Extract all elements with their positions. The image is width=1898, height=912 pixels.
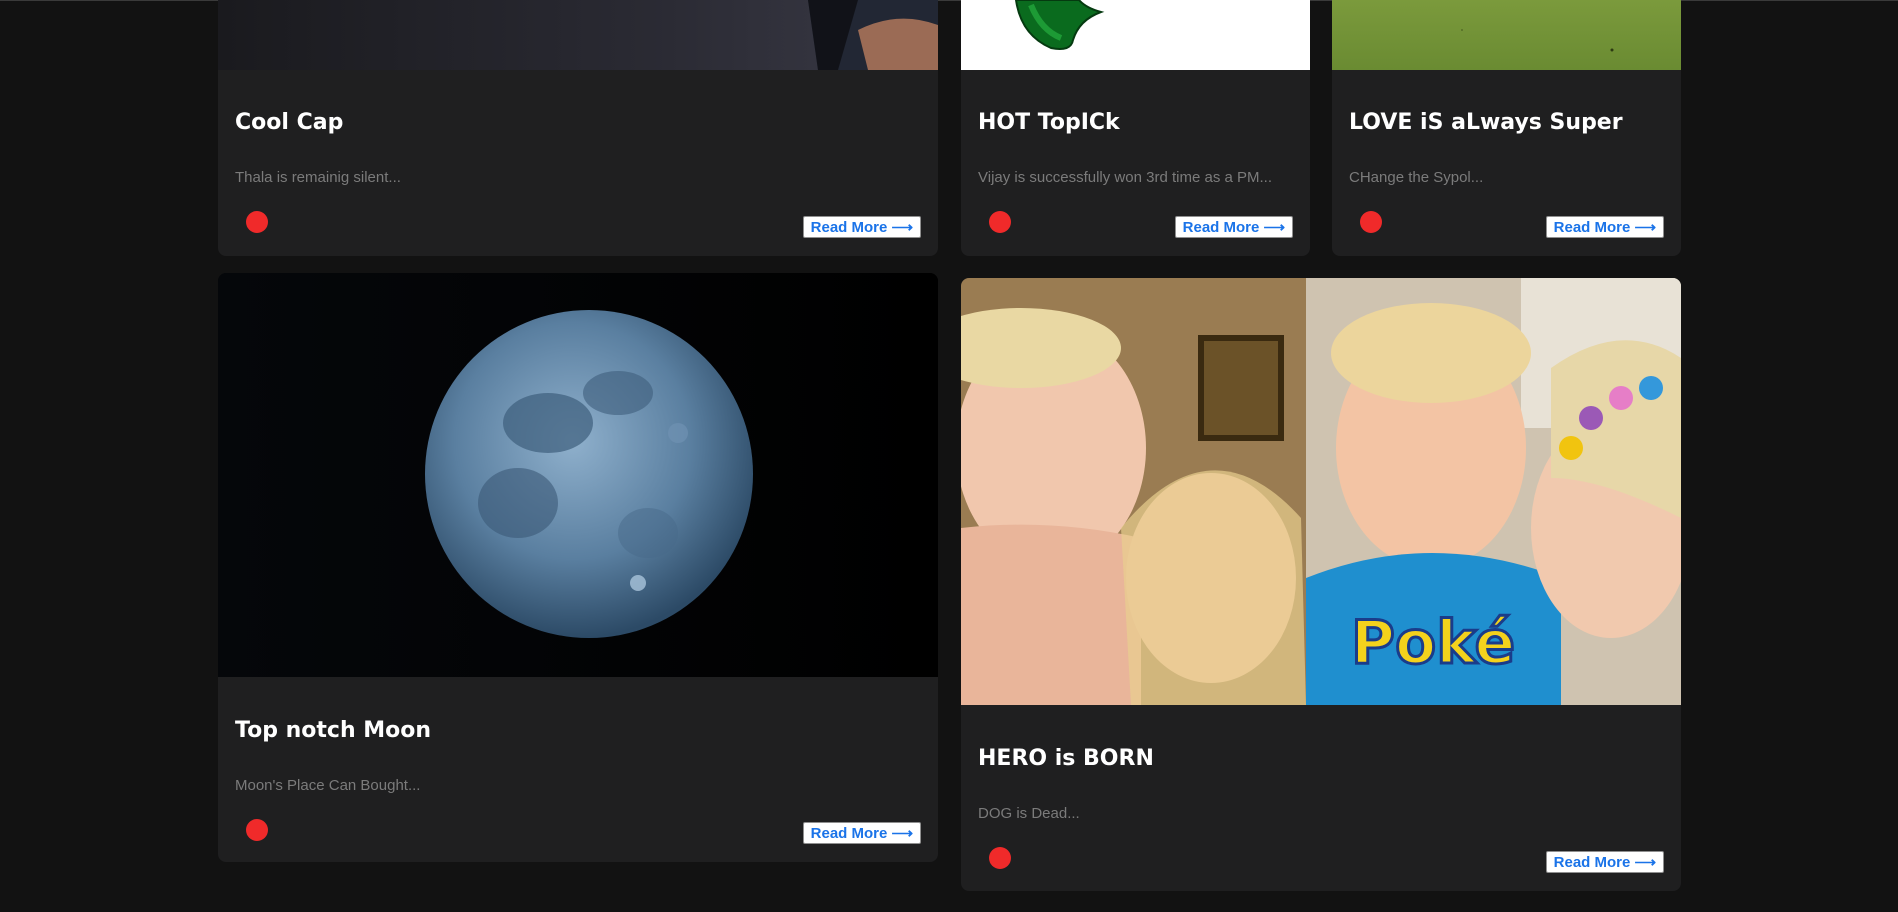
post-excerpt: Moon's Place Can Bought... — [235, 777, 421, 794]
post-card-cool-cap: Cool Cap Thala is remainig silent... Rea… — [218, 0, 938, 256]
post-card-top-notch-moon: Top notch Moon Moon's Place Can Bought..… — [218, 273, 938, 862]
read-more-button[interactable]: Read More ⟶ — [802, 822, 921, 844]
post-title: Top notch Moon — [235, 718, 432, 743]
post-image: Poké — [961, 278, 1681, 705]
status-dot — [246, 819, 268, 841]
post-title: Cool Cap — [235, 110, 344, 135]
post-card-hot-topick: HOT TopICk Vijay is successfully won 3rd… — [961, 0, 1310, 256]
read-more-button[interactable]: Read More ⟶ — [1545, 851, 1664, 873]
post-card-hero-is-born: Poké HERO is BORN DOG is Dead... Read Mo… — [961, 278, 1681, 891]
status-dot — [1360, 211, 1382, 233]
post-title: LOVE iS aLways Super — [1349, 110, 1623, 135]
post-image — [1332, 0, 1681, 70]
post-excerpt: DOG is Dead... — [978, 805, 1080, 822]
read-more-button[interactable]: Read More ⟶ — [802, 216, 921, 238]
status-dot — [246, 211, 268, 233]
post-excerpt: Thala is remainig silent... — [235, 169, 401, 186]
status-dot — [989, 211, 1011, 233]
post-card-love-is-always-super: LOVE iS aLways Super CHange the Sypol...… — [1332, 0, 1681, 256]
status-dot — [989, 847, 1011, 869]
svg-text:Poké: Poké — [1351, 608, 1515, 678]
post-image — [218, 273, 938, 677]
post-excerpt: CHange the Sypol... — [1349, 169, 1484, 186]
post-title: HERO is BORN — [978, 746, 1154, 771]
post-image — [961, 0, 1310, 70]
post-excerpt: Vijay is successfully won 3rd time as a … — [978, 169, 1272, 186]
post-title: HOT TopICk — [978, 110, 1120, 135]
post-image — [218, 0, 938, 70]
read-more-button[interactable]: Read More ⟶ — [1174, 216, 1293, 238]
read-more-button[interactable]: Read More ⟶ — [1545, 216, 1664, 238]
